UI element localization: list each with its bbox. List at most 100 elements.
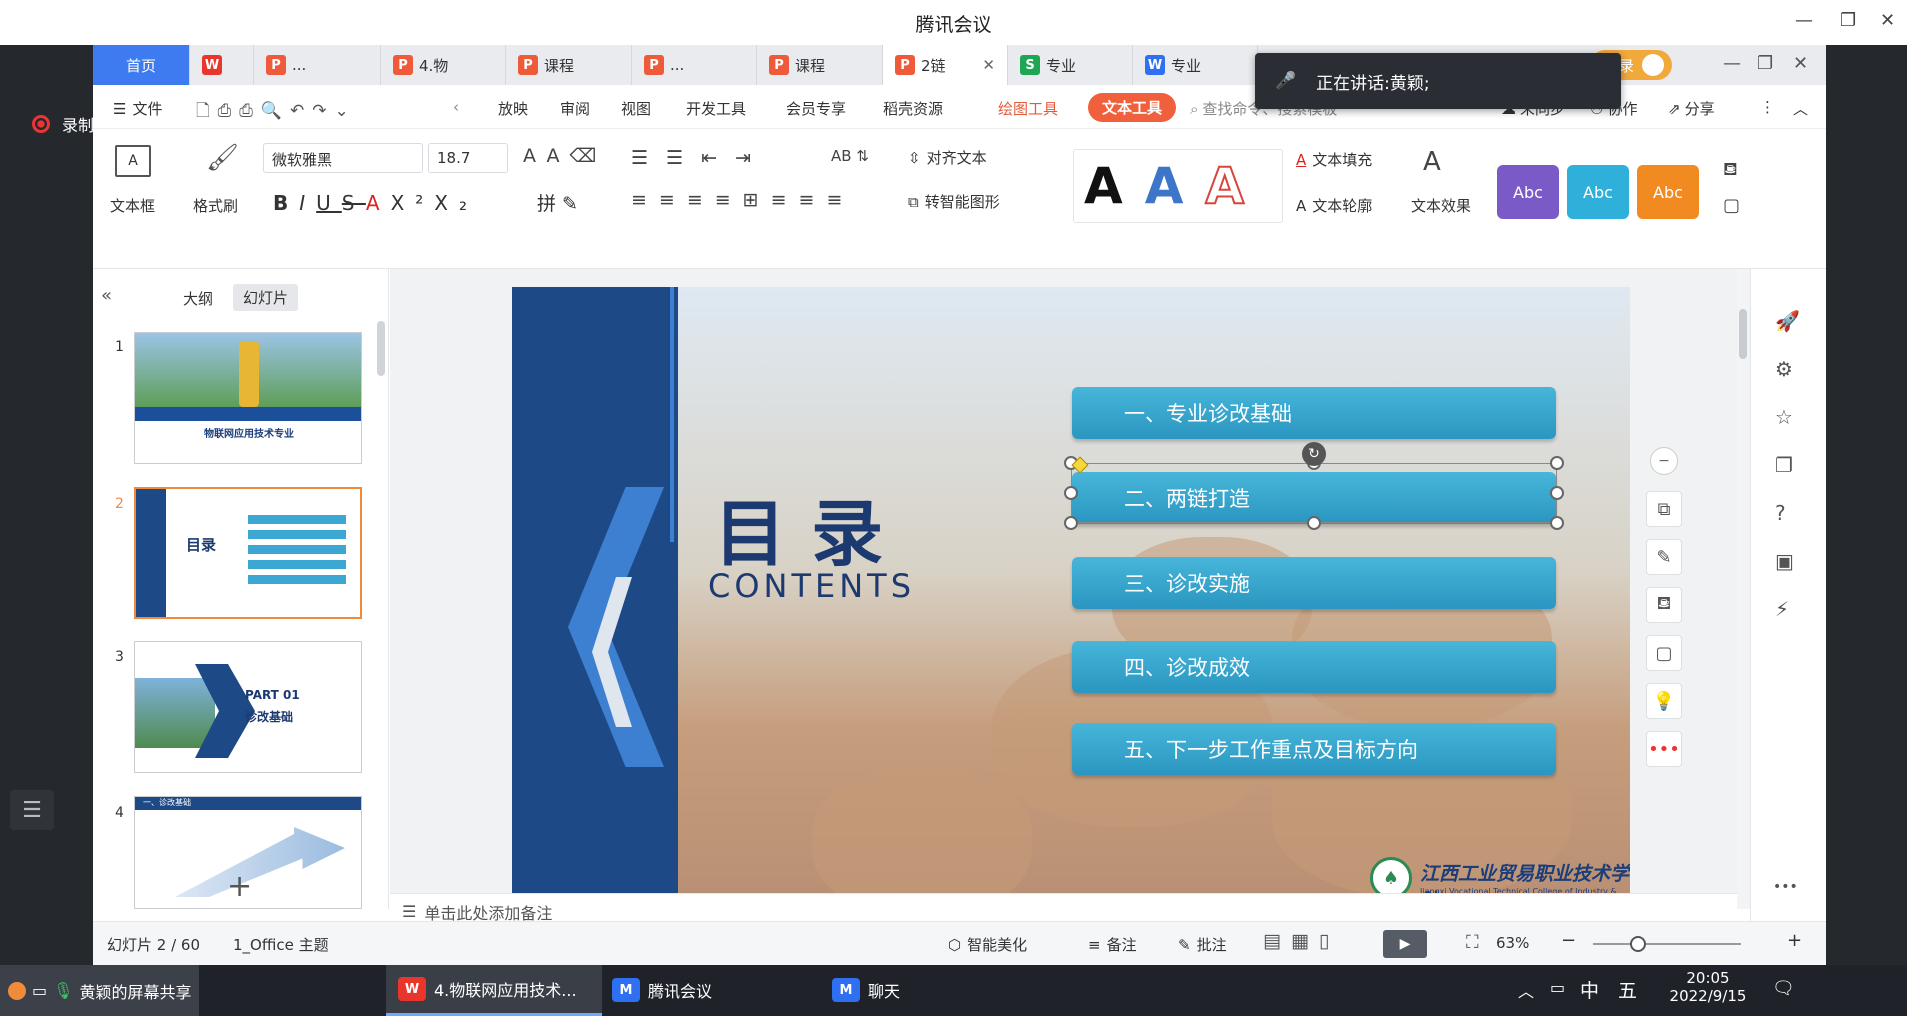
panel-scrollbar[interactable] bbox=[377, 321, 385, 376]
tab-doc-1[interactable]: P... bbox=[254, 45, 381, 85]
wordart-blue[interactable]: A bbox=[1145, 157, 1184, 215]
menu-docer[interactable]: 稻壳资源 bbox=[883, 98, 943, 119]
tab-doc-5[interactable]: P 课程 bbox=[757, 45, 883, 85]
shape-fill-icon[interactable]: ⛾ bbox=[1723, 159, 1738, 183]
ime-wubi[interactable]: 五 bbox=[1618, 976, 1637, 1003]
meeting-list-icon[interactable]: ☰ bbox=[10, 790, 54, 830]
notes-toggle-button[interactable]: ≡ 备注 bbox=[1088, 934, 1137, 955]
format-painter-icon[interactable]: 🖌 bbox=[206, 143, 239, 173]
text-outline-button[interactable]: A 文本轮廓 bbox=[1296, 195, 1372, 216]
smart-beautify-button[interactable]: ⬡ 智能美化 bbox=[948, 934, 1027, 955]
resize-handle[interactable] bbox=[1550, 486, 1564, 500]
slides-icon[interactable]: ❐ bbox=[1775, 453, 1793, 477]
slide-thumbnail-3[interactable]: PART 01 诊改基础 bbox=[134, 641, 362, 773]
menu-review[interactable]: 审阅 bbox=[560, 98, 590, 119]
close-icon[interactable]: ✕ bbox=[1880, 10, 1895, 31]
menu-member[interactable]: 会员专享 bbox=[786, 98, 846, 119]
collapse-float-icon[interactable]: − bbox=[1650, 447, 1678, 475]
clock[interactable]: 20:05 2022/9/15 bbox=[1660, 969, 1756, 1005]
tab-doc-3[interactable]: P 课程 bbox=[506, 45, 632, 85]
align-text-button[interactable]: ⇳ 对齐文本 bbox=[908, 147, 987, 168]
font-family-select[interactable]: 微软雅黑 bbox=[263, 143, 423, 173]
contents-item-5[interactable]: 五、下一步工作重点及目标方向 bbox=[1072, 723, 1556, 775]
smart-shape-button[interactable]: ⧉ 转智能图形 bbox=[908, 191, 1000, 212]
font-style-buttons[interactable]: BIUSAX²X₂ bbox=[273, 191, 478, 215]
tab-close-icon[interactable]: ✕ bbox=[982, 56, 995, 74]
scroll-thumb[interactable] bbox=[1739, 309, 1747, 359]
tab-home[interactable]: 首页 bbox=[93, 45, 190, 85]
tab-slides[interactable]: 幻灯片 bbox=[233, 284, 299, 311]
tab-outline[interactable]: 大纲 bbox=[183, 288, 213, 309]
wordart-presets[interactable]: A A A bbox=[1073, 149, 1283, 223]
textbox-button[interactable]: 文本框 bbox=[110, 195, 155, 216]
view-mode-icons[interactable]: ▤▦▯ bbox=[1263, 930, 1339, 952]
restore-icon[interactable]: ❐ bbox=[1757, 53, 1773, 74]
tab-doc-2[interactable]: P 4.物 bbox=[381, 45, 506, 85]
layers-icon[interactable]: ⧉ bbox=[1646, 491, 1682, 527]
ime-chinese[interactable]: 中 bbox=[1580, 976, 1599, 1003]
wordart-outline-red[interactable]: A bbox=[1204, 156, 1245, 216]
format-painter-button[interactable]: 格式刷 bbox=[193, 195, 238, 216]
zoom-level[interactable]: 63% bbox=[1496, 934, 1529, 952]
image-settings-icon[interactable]: ▣ bbox=[1775, 549, 1794, 573]
font-size-buttons[interactable]: AA⌫ bbox=[523, 145, 606, 167]
menu-drawing-tools[interactable]: 绘图工具 bbox=[998, 98, 1058, 119]
menu-file[interactable]: ☰ 文件 bbox=[113, 98, 162, 119]
resize-handle[interactable] bbox=[1307, 516, 1321, 530]
battery-icon[interactable]: ▭ bbox=[1550, 978, 1565, 997]
more-options-icon[interactable]: ••• bbox=[1773, 879, 1798, 895]
paragraph-align-buttons[interactable]: ≡≡≡≡⊞≡≡≡ bbox=[631, 189, 854, 211]
contents-item-1[interactable]: 一、专业诊改基础 bbox=[1072, 387, 1556, 439]
resize-handle[interactable] bbox=[1550, 456, 1564, 470]
pen-icon[interactable]: ✎ bbox=[1646, 539, 1682, 575]
share-button[interactable]: ⇗ 分享 bbox=[1668, 98, 1715, 119]
slide-thumbnail-2[interactable]: 目录 bbox=[134, 487, 362, 619]
collapse-ribbon-icon[interactable]: ︿ bbox=[1793, 98, 1808, 119]
taskbar-chat[interactable]: M 聊天 bbox=[832, 978, 900, 1002]
star-icon[interactable]: ☆ bbox=[1775, 405, 1793, 429]
more-tools-icon[interactable]: ••• bbox=[1646, 731, 1682, 767]
menu-text-tools[interactable]: 文本工具 bbox=[1088, 93, 1177, 122]
text-effect-button[interactable]: 文本效果 bbox=[1411, 195, 1471, 216]
menu-developer[interactable]: 开发工具 bbox=[686, 98, 746, 119]
border-icon[interactable]: ▢ bbox=[1646, 635, 1682, 671]
quick-access-icons[interactable]: 🗋⎙⎙🔍↶↷⌄ bbox=[196, 98, 357, 127]
rotate-handle-icon[interactable]: ↻ bbox=[1302, 442, 1326, 466]
sliders-icon[interactable]: ⚙ bbox=[1775, 357, 1793, 381]
zoom-out-icon[interactable]: − bbox=[1561, 930, 1576, 951]
slide-2[interactable]: 目 录 CONTENTS 一、专业诊改基础 二、两链打造 三、诊改实施 四、诊改… bbox=[512, 287, 1630, 917]
collapse-panel-icon[interactable]: « bbox=[101, 285, 112, 306]
textbox-icon[interactable]: A bbox=[115, 145, 151, 177]
text-direction-icons[interactable]: AB ⇅ bbox=[831, 147, 869, 165]
help-icon[interactable]: ? bbox=[1775, 501, 1786, 525]
style-preset-cyan[interactable]: Abc bbox=[1567, 165, 1629, 219]
tab-doc-active[interactable]: P 2链 ✕ bbox=[883, 45, 1008, 85]
fill-icon[interactable]: ⛾ bbox=[1646, 587, 1682, 623]
zoom-slider-thumb[interactable] bbox=[1630, 936, 1646, 952]
menu-view[interactable]: 视图 bbox=[621, 98, 651, 119]
font-size-select[interactable]: 18.7 bbox=[428, 143, 508, 173]
add-slide-icon[interactable]: + bbox=[227, 869, 252, 904]
resize-handle[interactable] bbox=[1064, 486, 1078, 500]
text-fill-button[interactable]: A 文本填充 bbox=[1296, 149, 1372, 170]
slide-thumbnail-1[interactable]: 物联网应用技术专业 bbox=[134, 332, 362, 464]
contents-item-4[interactable]: 四、诊改成效 bbox=[1072, 641, 1556, 693]
tab-wps-app[interactable]: W bbox=[190, 45, 254, 85]
shape-outline-icon[interactable]: ▢ bbox=[1723, 195, 1740, 216]
minimize-icon[interactable]: — bbox=[1723, 53, 1741, 74]
tab-doc-4[interactable]: P... bbox=[632, 45, 757, 85]
tray-expand-icon[interactable]: ︿ bbox=[1518, 978, 1534, 1002]
bulb-icon[interactable]: 💡 bbox=[1646, 683, 1682, 719]
screen-share-indicator[interactable]: ▭ 🎙 黄颖的屏幕共享 bbox=[0, 965, 200, 1016]
tab-sheet[interactable]: S 专业 bbox=[1008, 45, 1133, 85]
zoom-in-icon[interactable]: + bbox=[1787, 930, 1802, 951]
taskbar-wps[interactable]: W 4.物联网应用技术... bbox=[386, 965, 602, 1016]
contents-item-3[interactable]: 三、诊改实施 bbox=[1072, 557, 1556, 609]
minimize-icon[interactable]: — bbox=[1795, 10, 1813, 31]
restore-icon[interactable]: ❐ bbox=[1840, 10, 1856, 31]
lightning-icon[interactable]: ⚡ bbox=[1775, 597, 1789, 621]
chevron-left-icon[interactable]: ‹ bbox=[453, 98, 459, 116]
list-indent-buttons[interactable]: ☰☰⇤⇥ bbox=[631, 147, 769, 169]
more-icon[interactable]: ⋮ bbox=[1760, 98, 1775, 116]
resize-handle[interactable] bbox=[1550, 516, 1564, 530]
